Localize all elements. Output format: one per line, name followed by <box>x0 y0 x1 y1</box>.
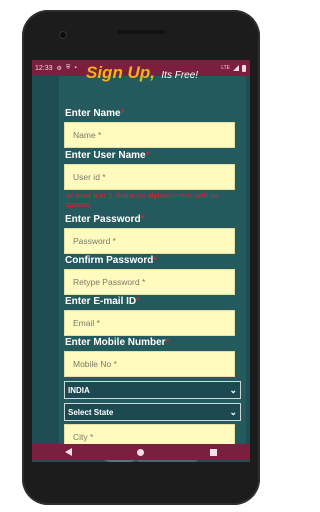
screen: 12:33 ⚙ ⛨ ▪ LTE Sign Up, Its Free! Enter… <box>32 60 250 462</box>
notification-icon: ▪ <box>74 65 77 71</box>
name-label-text: Enter Name <box>65 108 121 119</box>
confirm-placeholder: Retype Password * <box>73 277 146 287</box>
name-label: Enter Name* <box>65 108 124 119</box>
city-placeholder: City * <box>73 432 94 442</box>
mobile-field[interactable]: Mobile No * <box>64 351 235 377</box>
name-field[interactable]: Name * <box>64 122 235 148</box>
required-mark: * <box>145 150 150 161</box>
userid-error: At least 8 or 2 character alphanumeric w… <box>66 191 219 209</box>
home-icon[interactable] <box>137 448 145 456</box>
email-label-text: Enter E-mail ID <box>65 296 137 307</box>
navigation-bar <box>32 444 250 460</box>
required-mark: * <box>153 255 158 266</box>
mobile-label: Enter Mobile Number* <box>65 337 169 348</box>
confirm-label-text: Confirm Password <box>65 255 154 266</box>
chevron-down-icon: ⌄ <box>229 406 237 417</box>
confirm-password-label: Confirm Password* <box>65 255 157 266</box>
state-select[interactable]: Select State ⌄ <box>64 403 241 421</box>
password-field[interactable]: Password * <box>64 228 235 254</box>
email-label: Enter E-mail ID* <box>65 296 140 307</box>
required-mark: * <box>120 108 125 119</box>
mobile-placeholder: Mobile No * <box>73 359 117 369</box>
title-main: Sign Up, <box>86 63 155 82</box>
back-icon[interactable] <box>64 448 72 456</box>
chevron-down-icon: ⌄ <box>229 384 237 395</box>
network-type: LTE <box>221 65 230 71</box>
battery-icon <box>242 64 246 72</box>
userid-label: Enter User Name* <box>65 150 150 161</box>
confirm-password-field[interactable]: Retype Password * <box>64 269 235 295</box>
required-mark: * <box>165 337 170 348</box>
email-placeholder: Email * <box>73 318 100 328</box>
userid-field[interactable]: User id * <box>64 164 235 190</box>
password-label: Enter Password* <box>65 214 145 225</box>
settings-icon: ⚙ <box>56 65 62 72</box>
state-value: Select State <box>68 407 114 417</box>
password-placeholder: Password * <box>73 236 116 246</box>
country-value: INDIA <box>68 385 90 395</box>
phone-frame: 12:33 ⚙ ⛨ ▪ LTE Sign Up, Its Free! Enter… <box>22 10 260 505</box>
earpiece-speaker <box>117 30 165 34</box>
signal-icon <box>233 65 239 71</box>
shield-icon: ⛨ <box>65 64 71 71</box>
country-select[interactable]: INDIA ⌄ <box>64 381 241 399</box>
title-subtitle: Its Free! <box>161 70 199 81</box>
required-mark: * <box>140 214 145 225</box>
recent-apps-icon[interactable] <box>210 448 218 456</box>
userid-placeholder: User id * <box>73 172 106 182</box>
name-placeholder: Name * <box>73 130 102 140</box>
password-label-text: Enter Password <box>65 214 141 225</box>
status-time: 12:33 <box>35 64 53 72</box>
userid-label-text: Enter User Name <box>65 150 146 161</box>
required-mark: * <box>136 296 141 307</box>
email-field[interactable]: Email * <box>64 310 235 336</box>
front-camera <box>60 32 66 38</box>
mobile-label-text: Enter Mobile Number <box>65 337 166 348</box>
page-title: Sign Up, Its Free! <box>86 63 198 83</box>
